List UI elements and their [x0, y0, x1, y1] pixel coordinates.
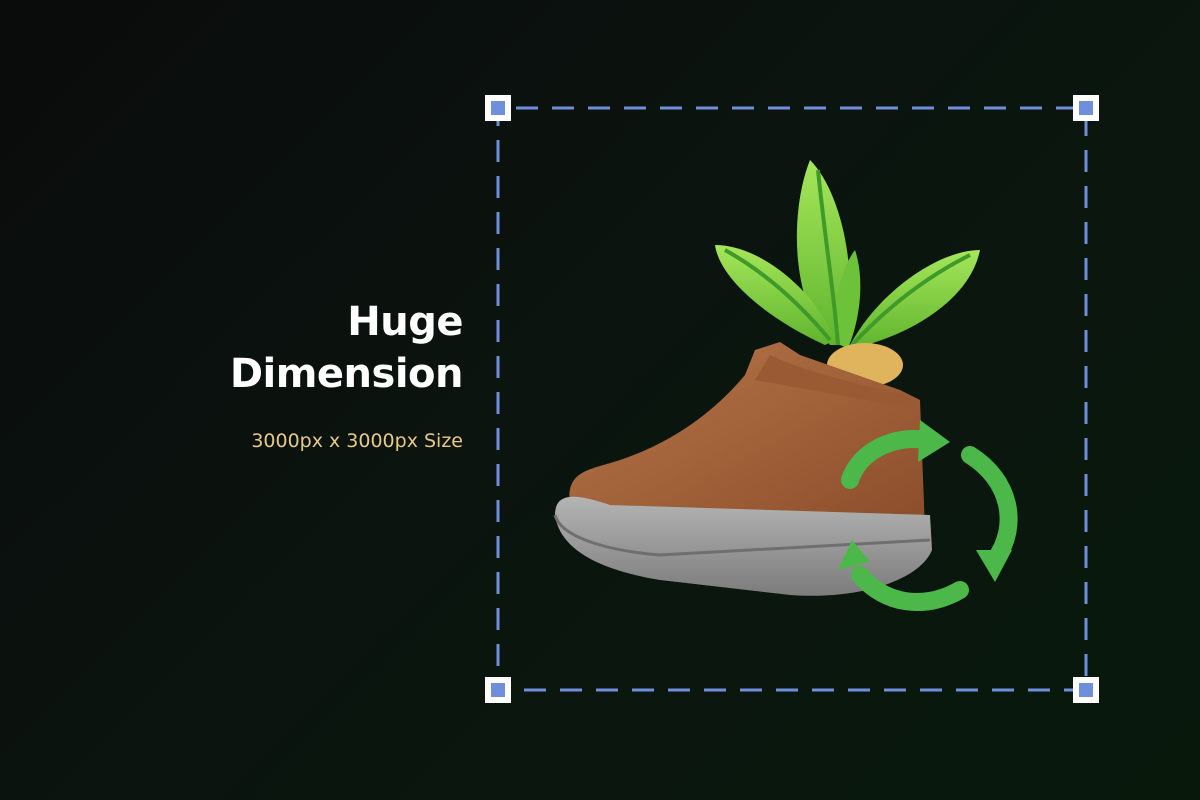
headline-line-1: Huge — [347, 299, 463, 345]
corner-handle-bottom-left[interactable] — [485, 677, 511, 703]
size-subtitle: 3000px x 3000px Size — [251, 430, 463, 452]
headline: Huge Dimension — [229, 296, 464, 400]
corner-handle-top-right[interactable] — [1073, 95, 1099, 121]
headline-line-2: Dimension — [229, 351, 464, 397]
plant-leaves-icon — [715, 160, 980, 348]
corner-handle-bottom-right[interactable] — [1073, 677, 1099, 703]
corner-handle-top-left[interactable] — [485, 95, 511, 121]
boot-planter-illustration — [553, 160, 1018, 611]
